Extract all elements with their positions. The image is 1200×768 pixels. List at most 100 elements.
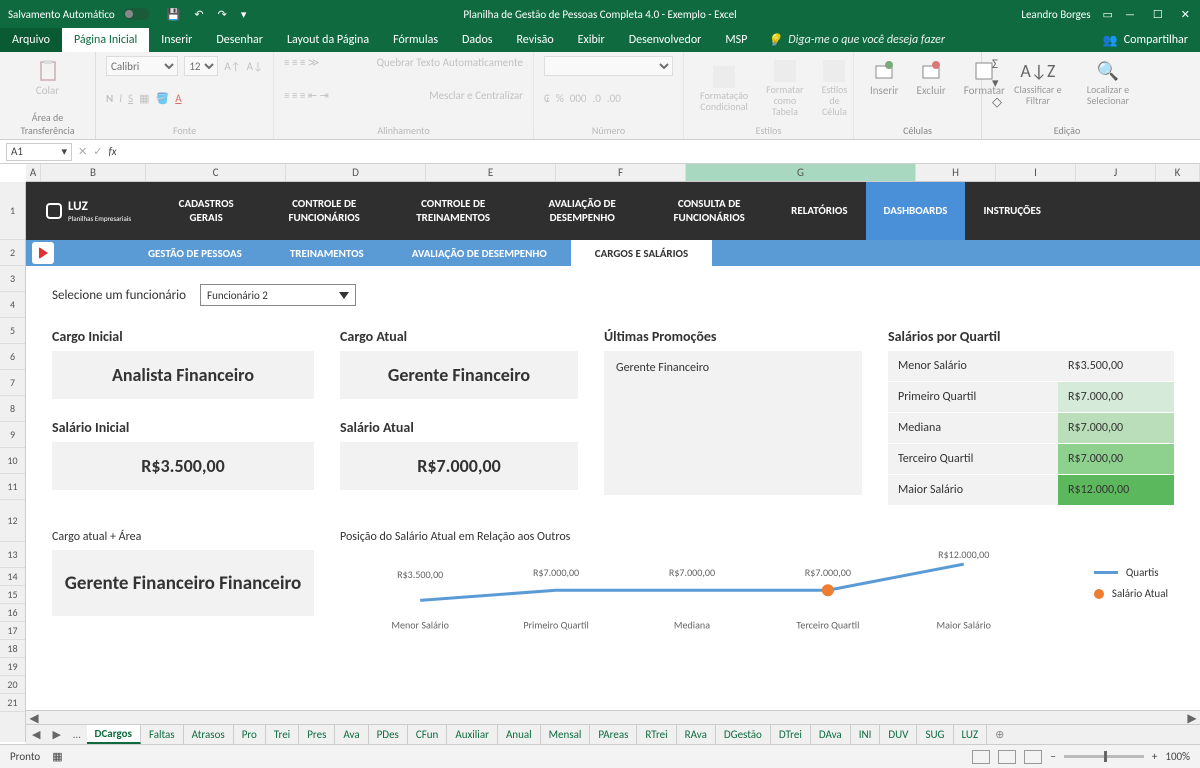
tab-msp[interactable]: MSP: [713, 28, 759, 52]
autosum-icon[interactable]: Σ: [992, 57, 1002, 72]
currency-icon[interactable]: ₢: [544, 92, 550, 105]
view-normal-button[interactable]: [972, 750, 990, 764]
col-B[interactable]: B: [41, 164, 146, 181]
merge-center-button[interactable]: Mesclar e Centralizar: [429, 89, 523, 102]
user-name[interactable]: Leandro Borges: [1021, 8, 1090, 21]
sheet-tab[interactable]: Pro: [234, 725, 266, 744]
row-20[interactable]: 20: [0, 676, 25, 694]
maximize-icon[interactable]: ☐: [1153, 8, 1163, 21]
row-9[interactable]: 9: [0, 422, 25, 448]
row-18[interactable]: 18: [0, 640, 25, 658]
sheet-tab[interactable]: Mensal: [541, 725, 591, 744]
undo-icon[interactable]: ↶: [194, 8, 203, 21]
tab-nav-prev[interactable]: ◀: [26, 728, 46, 741]
nav-relatorios[interactable]: RELATÓRIOS: [773, 182, 865, 240]
grow-font-icon[interactable]: A↑: [224, 60, 240, 73]
col-F[interactable]: F: [556, 164, 686, 181]
row-16[interactable]: 16: [0, 604, 25, 622]
inc-dec-icon[interactable]: .0: [592, 92, 600, 105]
subnav-avaliacao[interactable]: AVALIAÇÃO DE DESEMPENHO: [388, 240, 571, 266]
italic-icon[interactable]: I: [119, 92, 122, 105]
nav-controle-treino[interactable]: CONTROLE DE TREINAMENTOS: [387, 182, 519, 240]
sheet-tab[interactable]: RTrei: [637, 725, 676, 744]
sort-filter-button[interactable]: A↓ZClassificar e Filtrar: [1008, 56, 1068, 110]
col-C[interactable]: C: [146, 164, 286, 181]
col-I[interactable]: I: [996, 164, 1076, 181]
sheet-tab[interactable]: PDes: [369, 725, 408, 744]
subnav-treino[interactable]: TREINAMENTOS: [266, 240, 388, 266]
share-button[interactable]: 👥Compartilhar: [1103, 33, 1200, 48]
ribbon-options-icon[interactable]: ▭: [1103, 8, 1113, 21]
sheet-tab[interactable]: DGestão: [716, 725, 771, 744]
clear-icon[interactable]: ◇: [992, 95, 1002, 110]
nav-avaliacao[interactable]: AVALIAÇÃO DE DESEMPENHO: [519, 182, 645, 240]
row-13[interactable]: 13: [0, 542, 25, 568]
enter-formula-icon[interactable]: ✓: [93, 145, 102, 158]
col-K[interactable]: K: [1156, 164, 1200, 181]
tab-exibir[interactable]: Exibir: [566, 28, 617, 52]
font-size-select[interactable]: 12: [184, 56, 218, 76]
minimize-icon[interactable]: —: [1125, 8, 1135, 21]
tab-nav-next[interactable]: ▶: [46, 728, 66, 741]
nav-controle-func[interactable]: CONTROLE DE FUNCIONÁRIOS: [261, 182, 387, 240]
view-break-button[interactable]: [1024, 750, 1042, 764]
sheet-tab[interactable]: Auxiliar: [447, 725, 498, 744]
conditional-format-button[interactable]: Formatação Condicional: [694, 62, 754, 116]
col-H[interactable]: H: [916, 164, 996, 181]
underline-icon[interactable]: S: [128, 92, 133, 105]
qat-more-icon[interactable]: ▾: [241, 8, 247, 21]
sheet-tab[interactable]: DAva: [811, 725, 851, 744]
fill-icon[interactable]: ▾: [992, 76, 1002, 91]
bold-icon[interactable]: N: [106, 92, 113, 105]
row-15[interactable]: 15: [0, 586, 25, 604]
sheet-tab[interactable]: CFun: [408, 725, 447, 744]
number-format-select[interactable]: [544, 56, 673, 76]
nav-dashboards[interactable]: DASHBOARDS: [866, 182, 966, 240]
sheet-tab[interactable]: Atrasos: [184, 725, 234, 744]
sheet-tab[interactable]: Pres: [299, 725, 335, 744]
play-button[interactable]: [32, 242, 54, 264]
nav-cadastros[interactable]: CADASTROS GERAIS: [151, 182, 261, 240]
shrink-font-icon[interactable]: A↓: [247, 60, 263, 73]
fx-icon[interactable]: fx: [108, 145, 116, 158]
save-icon[interactable]: 💾: [167, 8, 181, 21]
tab-layout[interactable]: Layout da Página: [275, 28, 381, 52]
col-E[interactable]: E: [426, 164, 556, 181]
tab-desenvolvedor[interactable]: Desenvolvedor: [617, 28, 714, 52]
tab-arquivo[interactable]: Arquivo: [0, 28, 62, 52]
name-box[interactable]: A1▾: [6, 143, 72, 161]
subnav-cargos[interactable]: CARGOS E SALÁRIOS: [571, 240, 712, 266]
tab-dados[interactable]: Dados: [450, 28, 504, 52]
sheet-tab[interactable]: DTrei: [771, 725, 811, 744]
dec-dec-icon[interactable]: .00: [607, 92, 621, 105]
employee-dropdown[interactable]: Funcionário 2: [200, 284, 356, 306]
tell-me[interactable]: 💡Diga-me o que você deseja fazer: [767, 33, 945, 48]
sheet-tab[interactable]: LUZ: [954, 725, 988, 744]
insert-cells-button[interactable]: Inserir: [864, 56, 905, 101]
sheet-tab[interactable]: DUV: [880, 725, 917, 744]
subnav-gestao[interactable]: GESTÃO DE PESSOAS: [124, 240, 266, 266]
row-1[interactable]: 1: [0, 182, 25, 240]
sheet-tab[interactable]: INI: [851, 725, 881, 744]
font-name-select[interactable]: Calibri: [106, 56, 178, 76]
col-G[interactable]: G: [686, 164, 916, 181]
zoom-in-button[interactable]: +: [1152, 750, 1157, 763]
add-sheet-button[interactable]: ⊕: [987, 728, 1012, 741]
delete-cells-button[interactable]: Excluir: [911, 56, 952, 101]
row-14[interactable]: 14: [0, 568, 25, 586]
row-19[interactable]: 19: [0, 658, 25, 676]
zoom-level[interactable]: 100%: [1165, 750, 1190, 763]
sheet-tab[interactable]: PAreas: [590, 725, 637, 744]
sheet-tab[interactable]: Trei: [266, 725, 299, 744]
comma-icon[interactable]: 000: [570, 92, 587, 105]
row-21[interactable]: 21: [0, 694, 25, 712]
tab-inserir[interactable]: Inserir: [149, 28, 204, 52]
zoom-slider[interactable]: [1064, 755, 1144, 758]
row-10[interactable]: 10: [0, 448, 25, 474]
nav-instrucoes[interactable]: INSTRUÇÕES: [965, 182, 1058, 240]
sheet-tab[interactable]: SUG: [917, 725, 953, 744]
row-3[interactable]: 3: [0, 266, 25, 292]
find-select-button[interactable]: 🔍Localizar e Selecionar: [1074, 56, 1142, 110]
view-layout-button[interactable]: [998, 750, 1016, 764]
wrap-text-button[interactable]: Quebrar Texto Automaticamente: [377, 56, 523, 69]
